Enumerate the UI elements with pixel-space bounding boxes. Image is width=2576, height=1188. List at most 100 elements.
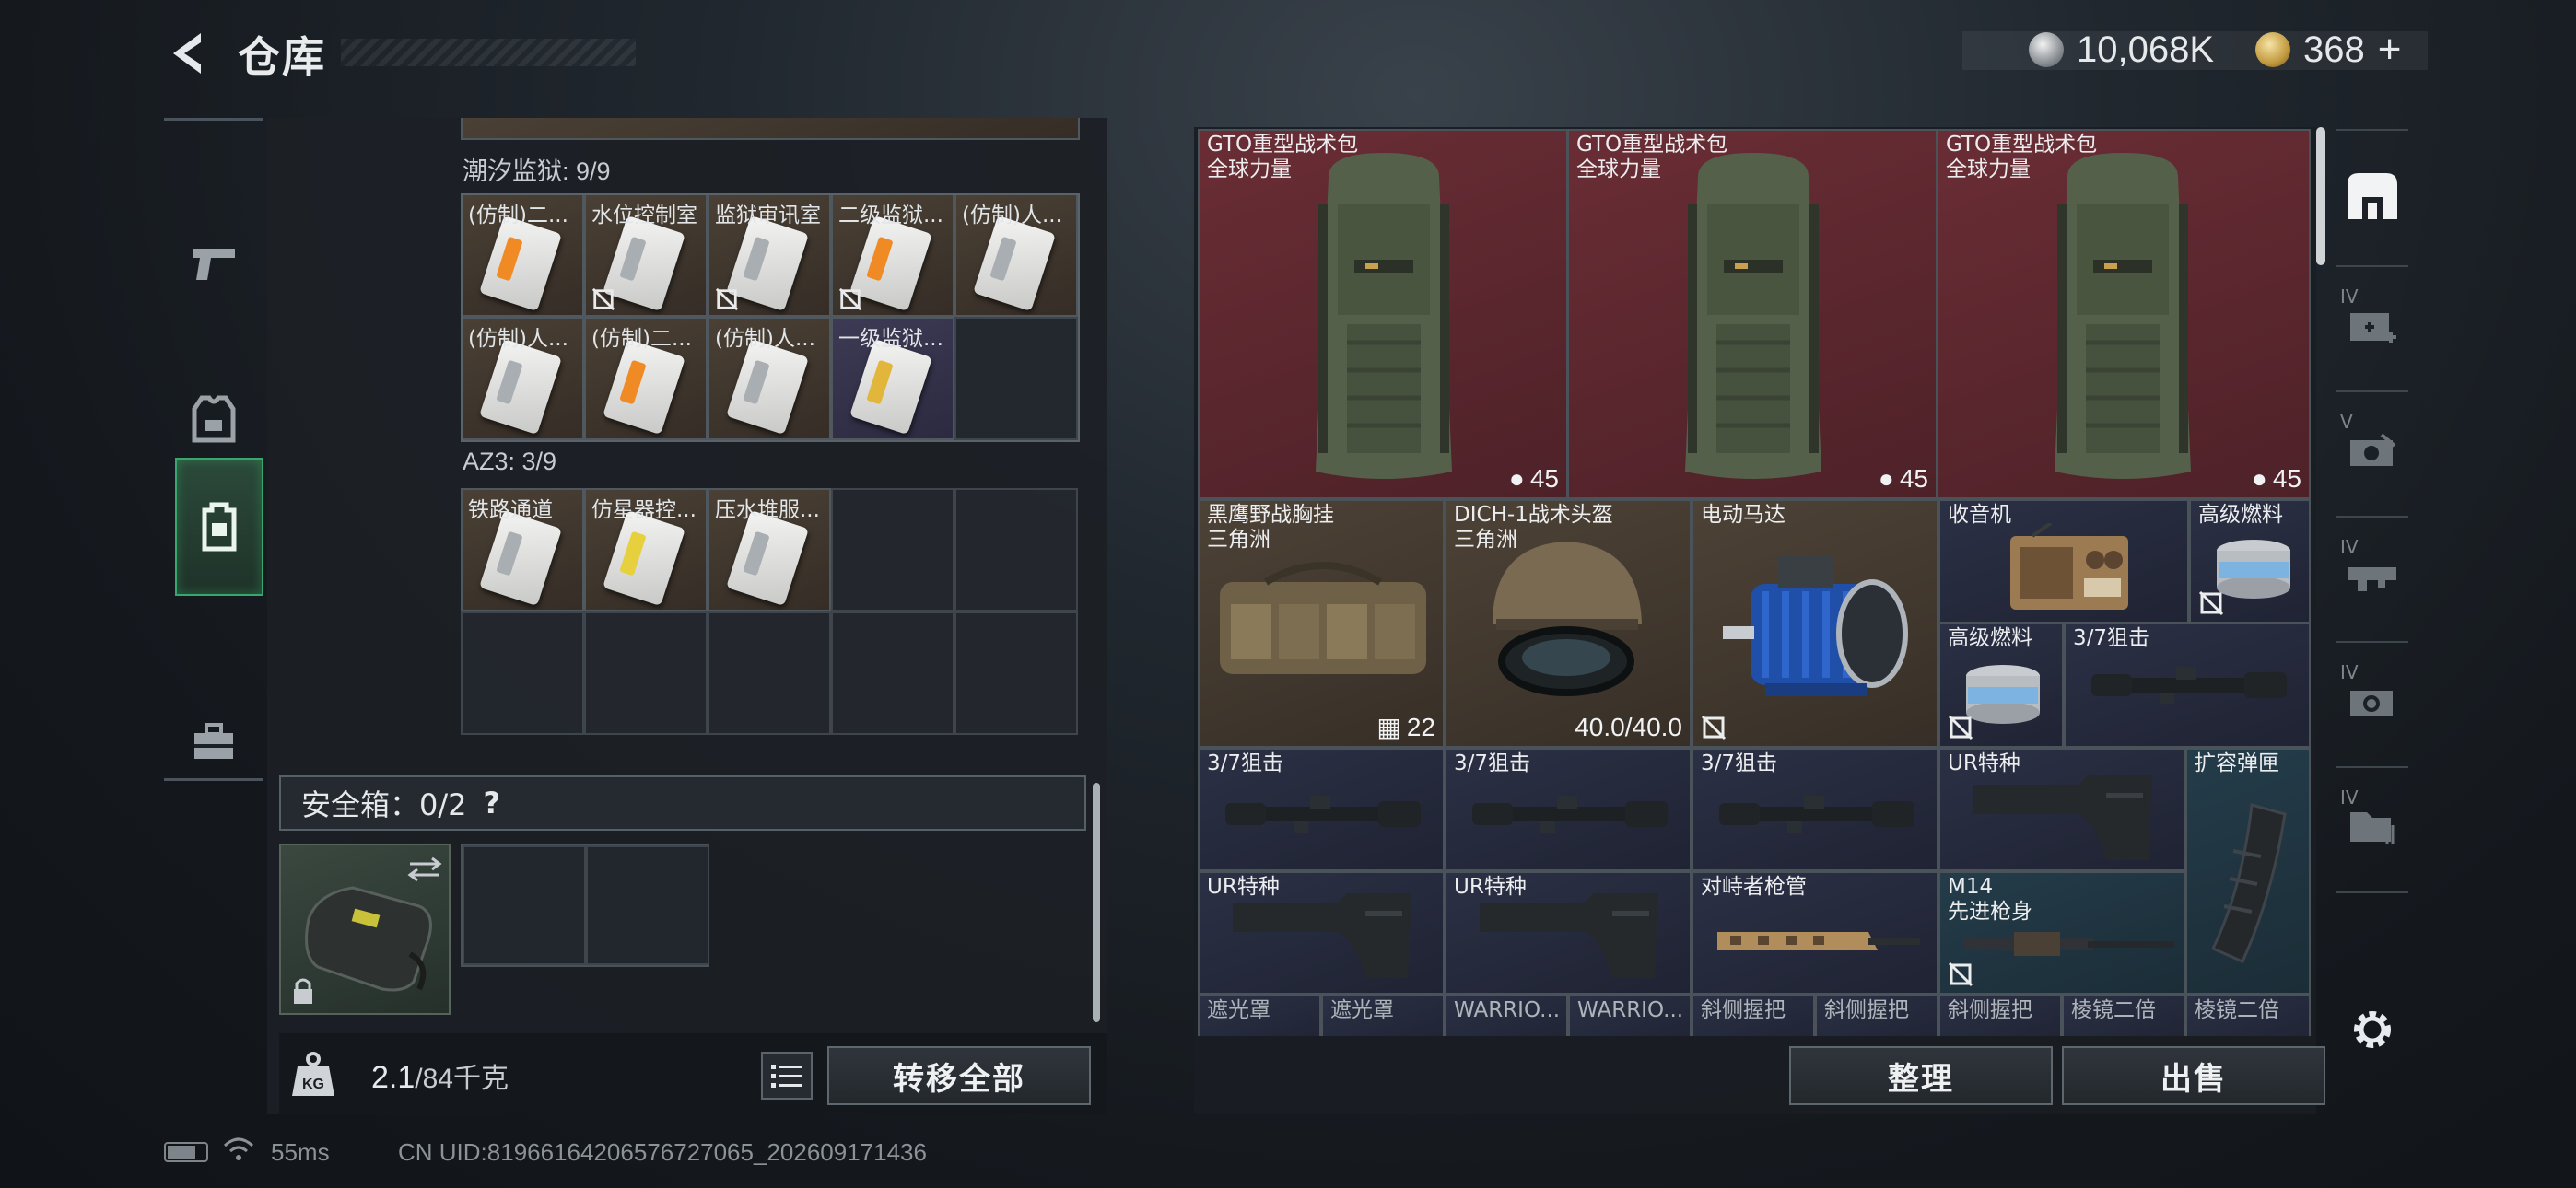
keycard-item[interactable]: (仿制)人... [461,317,584,440]
nav-container-ammo[interactable]: V [2331,390,2414,510]
nav-backpack[interactable] [175,458,263,596]
item-name: 二级监狱... [838,204,943,227]
list-icon [771,1065,802,1088]
nav-divider [2336,129,2408,131]
empty-slot[interactable] [954,317,1078,440]
back-button[interactable] [164,28,208,79]
stash-item-backpack[interactable]: GTO重型战术包 全球力量 ● 45 [1567,129,1938,499]
stash-item-stock[interactable]: UR特种 [1938,748,2185,871]
backpack-image [2055,153,2191,479]
safe-box-slot[interactable] [279,844,451,1015]
wifi-icon [223,1136,254,1169]
empty-slot[interactable] [461,611,584,735]
nav-container-medical[interactable]: IV [2331,265,2414,385]
stash-item-fuel[interactable]: 高级燃料 [1938,623,2064,748]
stash-item-partial[interactable]: WARRIO... [1568,995,1692,1036]
stash-scrollbar[interactable] [2316,127,2325,265]
capacity-badge: ▦ 22 [1376,712,1435,742]
empty-slot[interactable] [463,845,586,965]
keycard-image [479,509,562,607]
item-name: 斜侧握把 [1701,998,1786,1022]
keycard-item[interactable]: 监狱审讯室 [708,193,831,317]
item-name: 对峙者枪管 [1701,875,1807,899]
stash-item-helmet[interactable]: DICH-1战术头盔 三角洲 40.0/40.0 [1445,499,1692,748]
gold-amount: 368 [2303,29,2365,70]
stash-item-partial[interactable]: WARRIO... [1445,995,1568,1036]
silver-currency: 10,068K [2029,28,2214,72]
keycard-item[interactable]: 仿星器控... [584,488,708,611]
stash-item-radio[interactable]: 收音机 [1938,499,2189,623]
partial-row [461,118,1080,140]
stash-item-scope[interactable]: 3/7狙击 [1445,748,1692,871]
item-name: 高级燃料 [2198,503,2283,527]
nav-weapons[interactable] [164,194,263,332]
stash-item-backpack[interactable]: GTO重型战术包 全球力量 ● 45 [1937,129,2311,499]
gear-icon [2354,1011,2391,1048]
stock-image [1480,893,1658,978]
stash-item-partial[interactable]: 棱镜二倍 [2062,995,2185,1036]
stash-item-partial[interactable]: 棱镜二倍 [2185,995,2311,1036]
stash-item-handguard[interactable]: 对峙者枪管 [1692,871,1938,995]
nav-divider [2336,891,2408,893]
keycard-item[interactable]: (仿制)二... [584,317,708,440]
keycard-item[interactable]: 铁路通道 [461,488,584,611]
radio-image [2010,523,2128,610]
stash-icon [2348,173,2397,219]
stash-item-scope[interactable]: 3/7狙击 [1198,748,1445,871]
help-icon[interactable]: ? [484,786,501,821]
handguard-image [1717,932,1920,950]
backpack-icon [202,502,237,552]
keycard-item[interactable]: 一级监狱... [831,317,954,440]
nav-container-keys[interactable]: IV [2331,641,2414,761]
stash-item-chest-rig[interactable]: 黑鹰野战胸挂 三角洲 ▦ 22 [1198,499,1445,748]
stash-item-partial[interactable]: 斜侧握把 [1815,995,1938,1036]
stash-item-partial[interactable]: 遮光罩 [1321,995,1445,1036]
transfer-all-button[interactable]: 转移全部 [827,1046,1091,1105]
list-view-button[interactable] [761,1052,813,1100]
stash-item-partial[interactable]: 遮光罩 [1198,995,1321,1036]
nav-container-documents[interactable]: IV [2331,766,2414,886]
stash-item-partial[interactable]: 斜侧握把 [1938,995,2062,1036]
stash-item-fuel[interactable]: 高级燃料 [2189,499,2311,623]
stash-item-scope[interactable]: 3/7狙击 [2064,623,2311,748]
stash-item-partial[interactable]: 斜侧握把 [1692,995,1815,1036]
nav-tools[interactable] [164,673,263,811]
nav-container-stash[interactable] [2331,136,2414,256]
stash-item-stock[interactable]: UR特种 [1198,871,1445,995]
stock-image [1233,893,1411,978]
stash-item-barrel[interactable]: M14 先进枪身 [1938,871,2185,995]
nav-container-weapon[interactable]: IV [2331,516,2414,635]
empty-slot[interactable] [586,845,709,965]
empty-slot[interactable] [954,488,1078,611]
sell-button[interactable]: 出售 [2062,1046,2325,1105]
empty-slot[interactable] [954,611,1078,735]
empty-slot[interactable] [708,611,831,735]
settings-button[interactable] [2331,984,2414,1076]
add-currency-button[interactable]: + [2378,27,2402,73]
stash-item-magazine[interactable]: 扩容弹匣 [2185,748,2311,995]
item-name: (仿制)二... [591,327,692,351]
stash-item-scope[interactable]: 3/7狙击 [1692,748,1938,871]
keycard-item[interactable]: (仿制)人... [954,193,1078,317]
left-scrollbar[interactable] [1093,783,1100,1022]
item-name: 扩容弹匣 [2195,751,2279,775]
item-name: (仿制)人... [962,204,1062,227]
stash-item-stock[interactable]: UR特种 [1445,871,1692,995]
keycard-item[interactable]: (仿制)人... [708,317,831,440]
scope-image [2091,667,2287,704]
keycard-item[interactable]: 压水堆服... [708,488,831,611]
item-name: (仿制)人... [715,327,815,351]
keycard-item[interactable]: 二级监狱... [831,193,954,317]
keycard-item[interactable]: (仿制)二... [461,193,584,317]
empty-slot[interactable] [584,611,708,735]
organize-button[interactable]: 整理 [1789,1046,2053,1105]
tier-tag: IV [2340,536,2359,558]
stash-item-backpack[interactable]: GTO重型战术包 全球力量 ● 45 [1198,129,1568,499]
empty-slot[interactable] [831,488,954,611]
safe-box-bar[interactable]: 安全箱：0/2 ? [279,775,1086,831]
empty-slot[interactable] [831,611,954,735]
gold-currency[interactable]: 368 + [2255,27,2402,73]
item-name: 电动马达 [1701,503,1786,527]
keycard-item[interactable]: 水位控制室 [584,193,708,317]
stash-item-motor[interactable]: 电动马达 [1692,499,1938,748]
